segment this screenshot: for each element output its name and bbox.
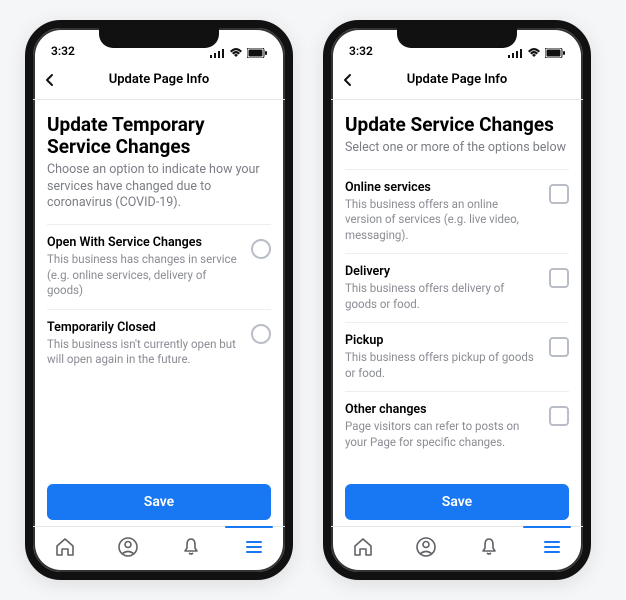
option-desc: This business offers delivery of goods o…	[345, 281, 537, 312]
tab-profile[interactable]	[104, 536, 152, 558]
page-subtitle: Choose an option to indicate how your se…	[47, 162, 271, 213]
notch	[397, 26, 517, 48]
page-subtitle: Select one or more of the options below	[345, 140, 569, 157]
notch	[99, 26, 219, 48]
option-text: Open With Service Changes This business …	[47, 235, 239, 299]
option-title: Delivery	[345, 264, 537, 279]
tab-profile[interactable]	[402, 536, 450, 558]
option-text: Other changes Page visitors can refer to…	[345, 402, 537, 450]
option-desc: Page visitors can refer to posts on your…	[345, 419, 537, 450]
signal-icon	[508, 48, 523, 58]
option-pickup[interactable]: Pickup This business offers pickup of go…	[345, 322, 569, 391]
battery-icon	[545, 48, 565, 58]
tabbar	[33, 526, 285, 572]
nav-title: Update Page Info	[407, 72, 508, 87]
active-tab-indicator	[225, 526, 273, 528]
option-text: Temporarily Closed This business isn't c…	[47, 320, 239, 368]
chevron-left-icon	[43, 73, 57, 87]
menu-icon	[541, 536, 563, 558]
checkbox-input[interactable]	[549, 337, 569, 357]
tab-menu[interactable]	[528, 536, 576, 558]
option-delivery[interactable]: Delivery This business offers delivery o…	[345, 253, 569, 322]
page-title: Update Temporary Service Changes	[47, 114, 271, 158]
radio-input[interactable]	[251, 324, 271, 344]
status-icons	[210, 48, 267, 58]
wifi-icon	[527, 48, 541, 58]
tab-notifications[interactable]	[465, 536, 513, 558]
status-icons	[508, 48, 565, 58]
tab-menu[interactable]	[230, 536, 278, 558]
bell-icon	[180, 536, 202, 558]
option-title: Pickup	[345, 333, 537, 348]
tabbar	[331, 526, 583, 572]
battery-icon	[247, 48, 267, 58]
home-icon	[54, 536, 76, 558]
nav-title: Update Page Info	[109, 72, 210, 87]
checkbox-input[interactable]	[549, 268, 569, 288]
option-text: Online services This business offers an …	[345, 180, 537, 244]
option-temporarily-closed[interactable]: Temporarily Closed This business isn't c…	[47, 309, 271, 378]
save-button[interactable]: Save	[47, 484, 271, 520]
option-title: Online services	[345, 180, 537, 195]
content: Update Service Changes Select one or mor…	[331, 100, 583, 476]
option-online-services[interactable]: Online services This business offers an …	[345, 169, 569, 254]
checkbox-input[interactable]	[549, 406, 569, 426]
tab-home[interactable]	[41, 536, 89, 558]
option-title: Other changes	[345, 402, 537, 417]
home-icon	[352, 536, 374, 558]
bell-icon	[478, 536, 500, 558]
signal-icon	[210, 48, 225, 58]
option-other-changes[interactable]: Other changes Page visitors can refer to…	[345, 391, 569, 460]
status-time: 3:32	[349, 44, 373, 58]
menu-icon	[243, 536, 265, 558]
navbar: Update Page Info	[33, 60, 285, 100]
option-title: Open With Service Changes	[47, 235, 239, 250]
status-time: 3:32	[51, 44, 75, 58]
radio-input[interactable]	[251, 239, 271, 259]
wifi-icon	[229, 48, 243, 58]
option-text: Pickup This business offers pickup of go…	[345, 333, 537, 381]
save-button[interactable]: Save	[345, 484, 569, 520]
active-tab-indicator	[523, 526, 571, 528]
tab-notifications[interactable]	[167, 536, 215, 558]
option-desc: This business isn't currently open but w…	[47, 337, 239, 368]
back-button[interactable]	[43, 73, 57, 87]
back-button[interactable]	[341, 73, 355, 87]
option-desc: This business offers an online version o…	[345, 197, 537, 244]
content: Update Temporary Service Changes Choose …	[33, 100, 285, 476]
tab-home[interactable]	[339, 536, 387, 558]
navbar: Update Page Info	[331, 60, 583, 100]
option-title: Temporarily Closed	[47, 320, 239, 335]
phone-left: 3:32 Update Page Info Update Temporary S…	[25, 20, 293, 580]
option-text: Delivery This business offers delivery o…	[345, 264, 537, 312]
option-open-with-service-changes[interactable]: Open With Service Changes This business …	[47, 224, 271, 309]
phone-right: 3:32 Update Page Info Update Service Cha…	[323, 20, 591, 580]
user-circle-icon	[415, 536, 437, 558]
checkbox-input[interactable]	[549, 184, 569, 204]
chevron-left-icon	[341, 73, 355, 87]
user-circle-icon	[117, 536, 139, 558]
option-desc: This business offers pickup of goods or …	[345, 350, 537, 381]
option-desc: This business has changes in service (e.…	[47, 252, 239, 299]
page-title: Update Service Changes	[345, 114, 569, 136]
